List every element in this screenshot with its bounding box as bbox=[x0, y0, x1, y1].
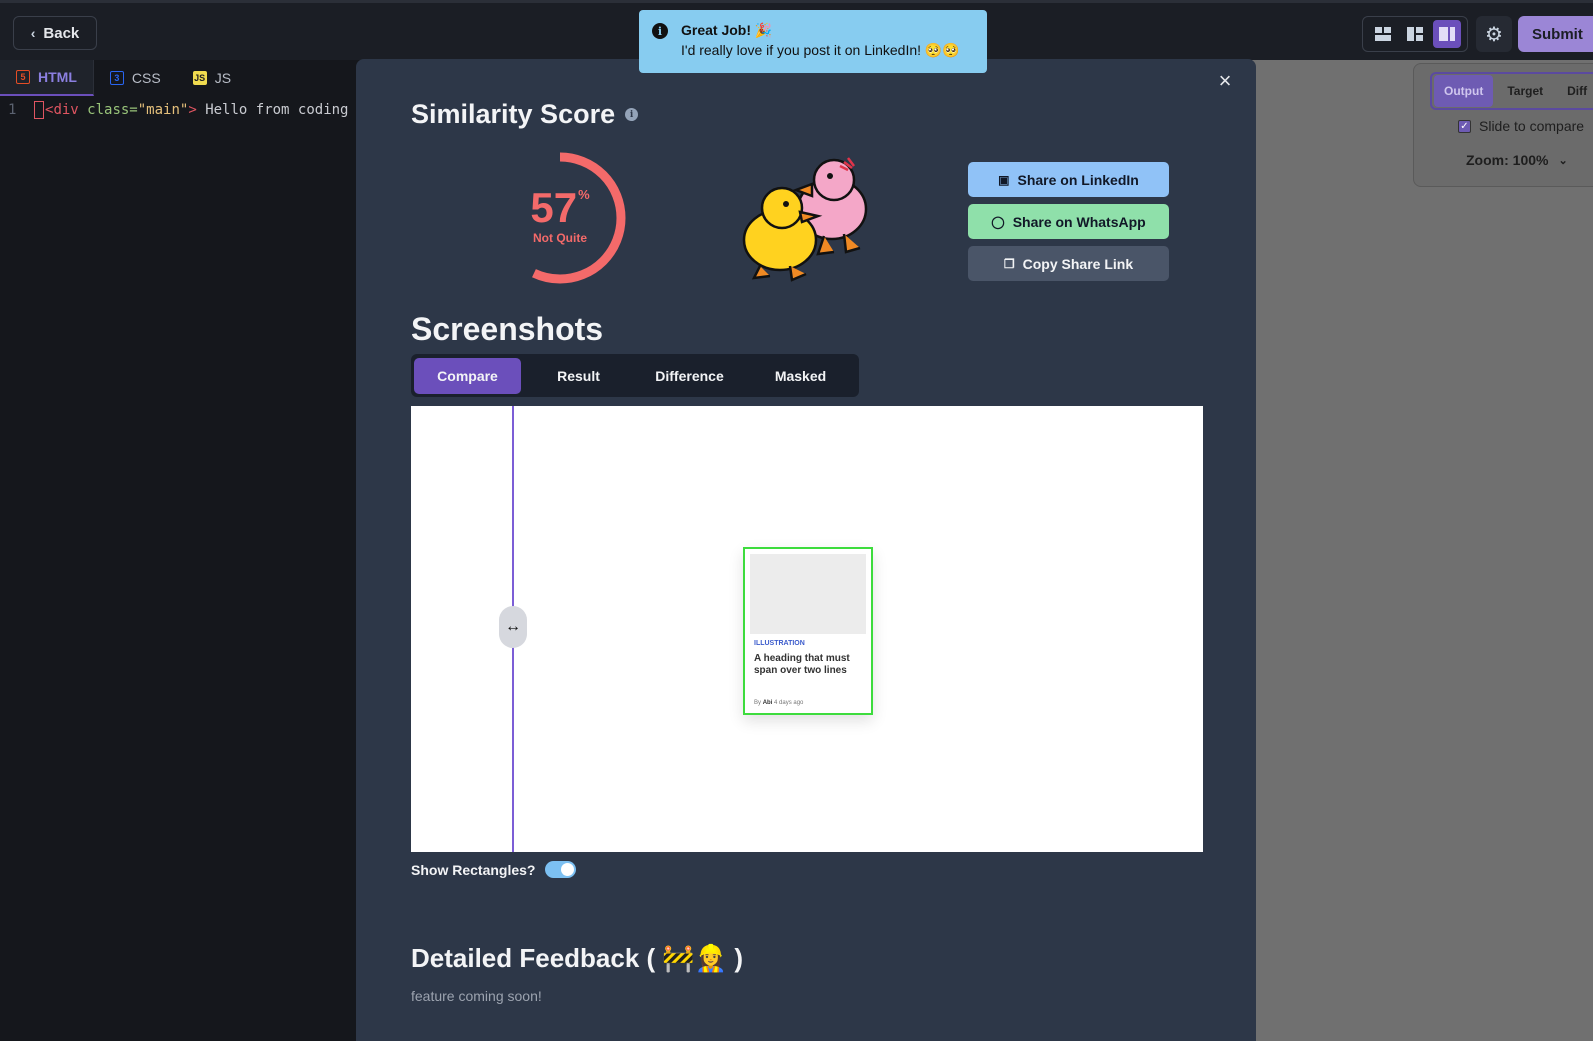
tab-difference[interactable]: Difference bbox=[636, 358, 743, 394]
layout-grid-icon bbox=[1375, 27, 1391, 41]
tab-css-label: CSS bbox=[131, 70, 161, 86]
arrows-horizontal-icon: ↔ bbox=[505, 618, 521, 635]
card-image-placeholder bbox=[750, 554, 866, 634]
share-whatsapp-label: Share on WhatsApp bbox=[1012, 213, 1146, 230]
share-linkedin-button[interactable]: ▣ Share on LinkedIn bbox=[968, 162, 1169, 197]
toast-notification: i Great Job! 🎉 I'd really love if you po… bbox=[639, 10, 987, 73]
tab-diff[interactable]: Diff bbox=[1557, 75, 1593, 107]
tab-target[interactable]: Target bbox=[1497, 75, 1553, 107]
output-tabs: Output Target Diff bbox=[1430, 72, 1593, 110]
score-number: 57 bbox=[530, 184, 578, 231]
chevron-left-icon: ‹ bbox=[30, 25, 36, 41]
card-by: By bbox=[754, 700, 762, 706]
gear-icon: ⚙ bbox=[1485, 23, 1503, 46]
tab-html[interactable]: 5 HTML bbox=[0, 60, 94, 96]
code-content: Hello from coding bbox=[196, 102, 349, 118]
tab-result[interactable]: Result bbox=[525, 358, 632, 394]
back-button[interactable]: ‹ Back bbox=[13, 16, 97, 50]
tab-html-label: HTML bbox=[38, 69, 77, 85]
screenshot-tabs: Compare Result Difference Masked bbox=[411, 354, 859, 397]
info-icon: i bbox=[652, 23, 668, 39]
card-author: Abi bbox=[762, 700, 773, 706]
score-unit: % bbox=[578, 187, 590, 202]
card-meta: By Abi 4 days ago bbox=[754, 700, 803, 706]
code-bracket-close: > bbox=[188, 102, 197, 118]
show-rectangles-row: Show Rectangles? bbox=[411, 861, 577, 878]
layout-grid-button[interactable] bbox=[1369, 20, 1397, 48]
code-tag: div bbox=[53, 102, 79, 118]
preview-card: ILLUSTRATION A heading that must span ov… bbox=[743, 547, 873, 715]
linkedin-icon: ▣ bbox=[998, 172, 1010, 187]
close-icon: × bbox=[1218, 68, 1232, 93]
slide-compare-checkbox[interactable]: ✓ bbox=[1458, 119, 1471, 133]
tab-compare[interactable]: Compare bbox=[414, 357, 521, 394]
layout-split-button[interactable] bbox=[1401, 20, 1429, 48]
copy-share-link-label: Copy Share Link bbox=[1022, 255, 1134, 272]
tab-js-label: JS bbox=[214, 70, 232, 86]
layout-split-icon bbox=[1407, 27, 1423, 41]
editor-tabs: 5 HTML 3 CSS JS JS bbox=[0, 60, 247, 96]
submit-button[interactable]: Submit bbox=[1518, 16, 1593, 52]
tab-css[interactable]: 3 CSS bbox=[94, 60, 177, 96]
toggle-knob bbox=[561, 863, 575, 876]
preview-pane-overlay bbox=[1252, 60, 1593, 1041]
toast-title: Great Job! 🎉 bbox=[681, 22, 773, 38]
feedback-note: feature coming soon! bbox=[411, 988, 542, 1004]
line-number: 1 bbox=[8, 102, 17, 118]
compare-slider-handle[interactable]: ↔ bbox=[499, 606, 527, 648]
settings-button[interactable]: ⚙ bbox=[1476, 16, 1512, 52]
js-icon: JS bbox=[192, 71, 207, 85]
info-icon[interactable]: i bbox=[625, 108, 639, 121]
tab-masked[interactable]: Masked bbox=[747, 358, 854, 394]
code-string: "main" bbox=[137, 102, 189, 118]
layout-columns-button[interactable] bbox=[1433, 20, 1461, 48]
similarity-score-title: Similarity Score bbox=[411, 99, 616, 129]
slide-compare-row: ✓ Slide to compare bbox=[1458, 118, 1584, 134]
css3-icon: 3 bbox=[109, 71, 124, 85]
slide-compare-label: Slide to compare bbox=[1479, 118, 1585, 134]
code-line[interactable]: 1 <div class="main"> Hello from coding bbox=[0, 100, 348, 120]
back-label: Back bbox=[43, 24, 80, 42]
card-heading: A heading that must span over two lines bbox=[754, 653, 850, 676]
submit-label: Submit bbox=[1532, 25, 1583, 43]
show-rectangles-label: Show Rectangles? bbox=[411, 861, 536, 878]
layout-switcher bbox=[1362, 16, 1468, 52]
ducks-illustration bbox=[742, 157, 868, 282]
code-text: <div class="main"> Hello from coding bbox=[34, 101, 348, 119]
card-category: ILLUSTRATION bbox=[754, 640, 805, 647]
show-rectangles-toggle[interactable] bbox=[545, 861, 577, 878]
compare-viewer[interactable]: ↔ ILLUSTRATION A heading that must span … bbox=[411, 406, 1203, 852]
tab-output[interactable]: Output bbox=[1434, 75, 1494, 107]
score-readout: 57% Not Quite bbox=[493, 187, 627, 246]
share-linkedin-label: Share on LinkedIn bbox=[1017, 171, 1139, 188]
copy-icon: ❐ bbox=[1003, 256, 1015, 271]
zoom-select[interactable]: Zoom: 100% ⌄ bbox=[1466, 152, 1568, 168]
share-whatsapp-button[interactable]: ◯ Share on WhatsApp bbox=[968, 204, 1169, 239]
screenshots-title: Screenshots bbox=[411, 311, 604, 347]
score-value: 57% bbox=[530, 187, 589, 229]
layout-columns-icon bbox=[1439, 27, 1455, 41]
text-cursor bbox=[34, 101, 44, 119]
similarity-score-heading: Similarity Score i bbox=[411, 99, 639, 130]
chevron-down-icon: ⌄ bbox=[1558, 154, 1568, 167]
card-time: 4 days ago bbox=[774, 700, 804, 706]
code-attr: class= bbox=[78, 102, 138, 118]
html5-icon: 5 bbox=[16, 70, 30, 84]
zoom-label: Zoom: 100% bbox=[1466, 152, 1549, 168]
close-button[interactable]: × bbox=[1213, 68, 1237, 93]
score-label: Not Quite bbox=[533, 231, 587, 245]
copy-share-link-button[interactable]: ❐ Copy Share Link bbox=[968, 246, 1169, 281]
output-controls: Output Target Diff ✓ Slide to compare Zo… bbox=[1413, 63, 1593, 187]
toast-message: I'd really love if you post it on Linked… bbox=[681, 42, 960, 58]
whatsapp-icon: ◯ bbox=[991, 214, 1005, 229]
tab-js[interactable]: JS JS bbox=[177, 60, 247, 96]
detailed-feedback-title: Detailed Feedback ( 🚧👷‍♀️ ) bbox=[411, 943, 744, 973]
similarity-modal: × Similarity Score i 57% Not Quite ▣ Sha… bbox=[356, 59, 1256, 1041]
